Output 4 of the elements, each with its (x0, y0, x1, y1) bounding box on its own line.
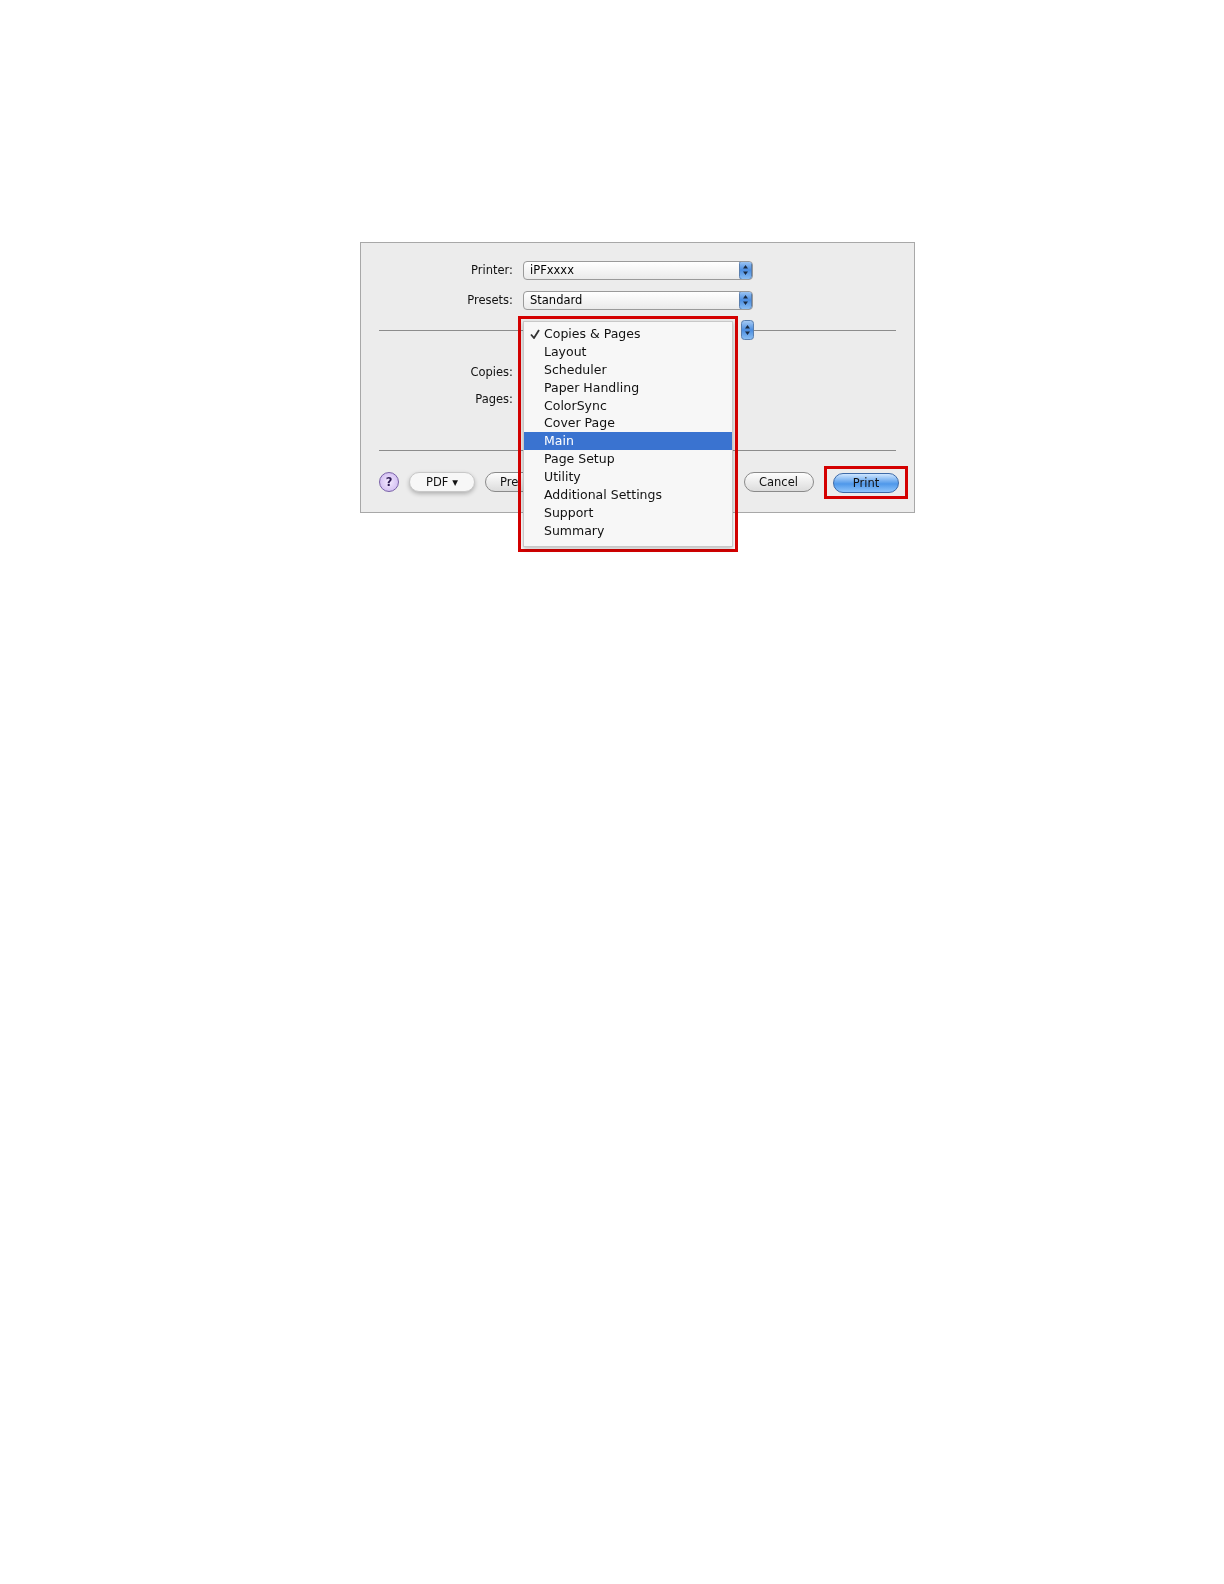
field-label: Copies: (469, 365, 513, 379)
field-label: Pages: (474, 392, 513, 406)
field-label: Printer: (470, 263, 513, 277)
field-label: Presets: (466, 293, 513, 307)
